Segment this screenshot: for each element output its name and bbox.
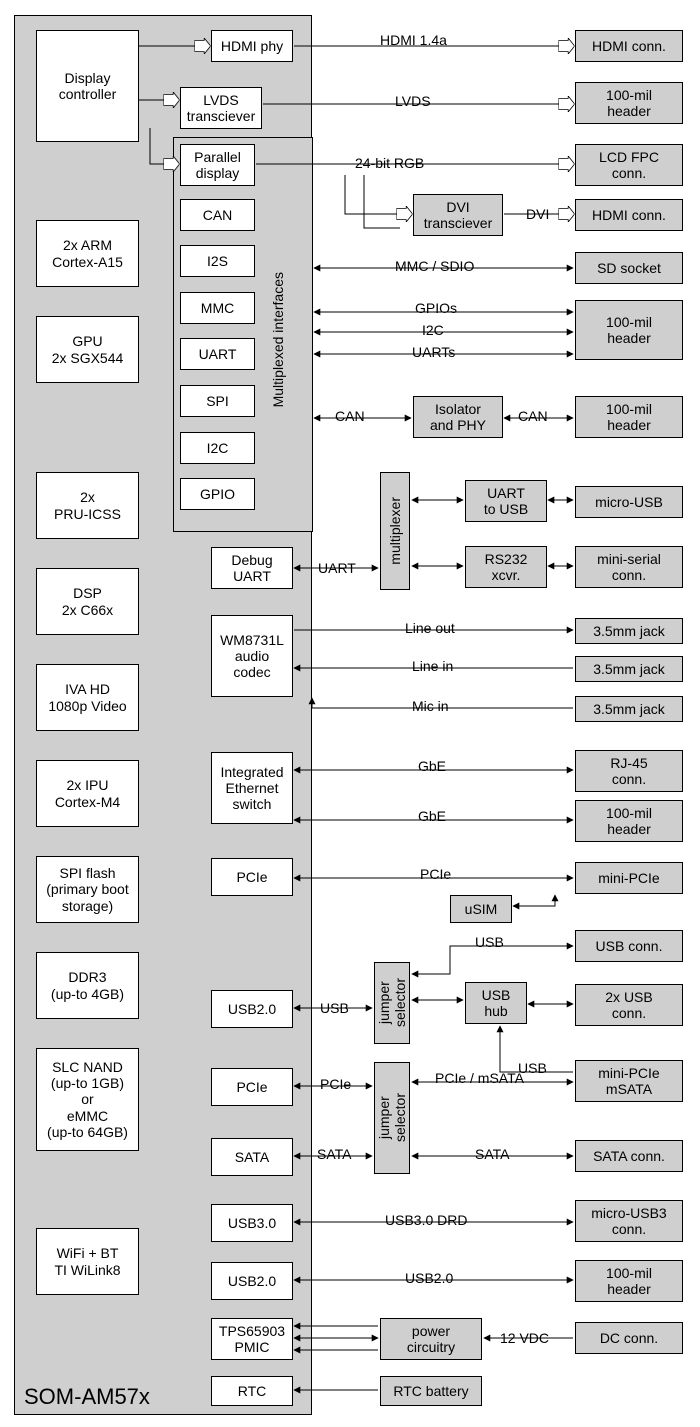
label-pcie2: PCIe	[320, 1076, 351, 1092]
label-rgb24: 24-bit RGB	[355, 155, 424, 171]
block-jumper-selector-2-label: jumper selector	[376, 1093, 408, 1142]
label-mmc-sdio: MMC / SDIO	[395, 258, 474, 274]
block-pmic: TPS65903 PMIC	[211, 1318, 293, 1360]
label-usb30-drd: USB3.0 DRD	[385, 1212, 467, 1228]
block-parallel-display: Parallel display	[180, 144, 255, 186]
block-jumper-selector-1: jumper selector	[374, 962, 410, 1044]
label-line-in: Line in	[412, 658, 453, 674]
conn-msata: mini-PCIe mSATA	[575, 1060, 683, 1102]
conn-rj45: RJ-45 conn.	[575, 750, 683, 792]
label-usb-jumper-up: USB	[475, 934, 504, 950]
label-sata2: SATA	[475, 1146, 510, 1162]
label-gbe1: GbE	[418, 758, 446, 774]
block-ipu: 2x IPU Cortex-M4	[36, 760, 139, 827]
diagram-canvas: SOM-AM57x Multiplexed interfaces Display…	[0, 0, 700, 1427]
label-usb: USB	[320, 1000, 349, 1016]
block-isolator-phy: Isolator and PHY	[413, 396, 503, 438]
block-spi: SPI	[180, 385, 255, 417]
block-jumper-selector-2: jumper selector	[374, 1062, 410, 1174]
conn-sata: SATA conn.	[575, 1140, 683, 1172]
som-label: SOM-AM57x	[24, 1384, 150, 1410]
block-usb-hub: USB hub	[465, 982, 527, 1024]
block-audio-codec: WM8731L audio codec	[211, 615, 293, 697]
conn-jack-2: 3.5mm jack	[575, 656, 683, 682]
block-gpio: GPIO	[180, 478, 255, 510]
block-can: CAN	[180, 199, 255, 231]
block-pcie-2: PCIe	[211, 1068, 293, 1106]
conn-hdmi-1: HDMI conn.	[575, 30, 683, 62]
block-i2c: I2C	[180, 432, 255, 464]
block-pcie-1: PCIe	[211, 858, 293, 896]
conn-dc: DC conn.	[575, 1322, 683, 1354]
block-usim: uSIM	[450, 895, 512, 923]
block-uart-to-usb: UART to USB	[465, 480, 547, 522]
label-pcie: PCIe	[420, 866, 451, 882]
block-rs232-xcvr: RS232 xcvr.	[465, 546, 547, 588]
label-sata: SATA	[317, 1146, 352, 1162]
mux-group-label-box: Multiplexed interfaces	[262, 205, 294, 475]
label-can2: CAN	[518, 408, 548, 424]
label-usb20: USB2.0	[405, 1270, 453, 1286]
label-gpios: GPIOs	[415, 300, 457, 316]
label-uart: UART	[318, 560, 356, 576]
block-eth-switch: Integrated Ethernet switch	[211, 752, 293, 824]
block-debug-uart: Debug UART	[211, 547, 293, 589]
block-usb30: USB3.0	[211, 1204, 293, 1242]
label-line-out: Line out	[405, 620, 455, 636]
block-rtc-battery: RTC battery	[380, 1376, 482, 1406]
mux-group-label: Multiplexed interfaces	[270, 272, 286, 407]
label-can: CAN	[335, 408, 365, 424]
conn-100mil-5: 100-mil header	[575, 1260, 683, 1302]
conn-sd-socket: SD socket	[575, 252, 683, 284]
block-power-circuitry: power circuitry	[380, 1318, 482, 1360]
conn-usb-2x: 2x USB conn.	[575, 984, 683, 1026]
block-mmc: MMC	[180, 292, 255, 324]
label-mic-in: Mic in	[412, 698, 449, 714]
block-iva-hd: IVA HD 1080p Video	[36, 664, 139, 731]
label-pcie-msata: PCIe / mSATA	[435, 1070, 524, 1086]
label-uarts: UARTs	[412, 344, 455, 360]
block-multiplexer-uart-label: multiplexer	[387, 497, 403, 565]
block-usb20-b: USB2.0	[211, 1262, 293, 1300]
block-display-controller: Display controller	[36, 30, 139, 142]
conn-100mil-4: 100-mil header	[575, 800, 683, 842]
conn-mini-serial: mini-serial conn.	[575, 546, 683, 588]
block-cortex-a15: 2x ARM Cortex-A15	[36, 220, 139, 287]
block-jumper-selector-1-label: jumper selector	[376, 978, 408, 1027]
block-nand-emmc: SLC NAND (up-to 1GB) or eMMC (up-to 64GB…	[36, 1048, 139, 1151]
block-rtc: RTC	[211, 1376, 293, 1406]
block-usb20-a: USB2.0	[211, 990, 293, 1028]
block-dvi-transciever: DVI transciever	[413, 194, 503, 236]
block-uart: UART	[180, 338, 255, 370]
conn-jack-1: 3.5mm jack	[575, 618, 683, 644]
block-ddr3: DDR3 (up-to 4GB)	[36, 952, 139, 1019]
block-hdmi-phy: HDMI phy	[211, 30, 293, 62]
conn-hdmi-2: HDMI conn.	[575, 199, 683, 231]
conn-usb-single: USB conn.	[575, 930, 683, 962]
conn-micro-usb: micro-USB	[575, 486, 683, 518]
conn-100mil-3: 100-mil header	[575, 396, 683, 438]
block-sata: SATA	[211, 1138, 293, 1176]
block-spi-flash: SPI flash (primary boot storage)	[36, 856, 139, 923]
label-dvi: DVI	[526, 206, 549, 222]
label-hdmi14a: HDMI 1.4a	[380, 32, 447, 48]
conn-100mil-1: 100-mil header	[575, 82, 683, 124]
label-i2c: I2C	[422, 322, 444, 338]
conn-jack-3: 3.5mm jack	[575, 696, 683, 722]
label-lvds: LVDS	[395, 93, 431, 109]
conn-100mil-2: 100-mil header	[575, 300, 683, 360]
label-gbe2: GbE	[418, 808, 446, 824]
block-gpu: GPU 2x SGX544	[36, 316, 139, 383]
block-wifi-bt: WiFi + BT TI WiLink8	[36, 1228, 139, 1295]
conn-mini-pcie: mini-PCIe	[575, 862, 683, 894]
block-dsp: DSP 2x C66x	[36, 568, 139, 635]
block-pru-icss: 2x PRU-ICSS	[36, 472, 139, 539]
block-multiplexer-uart: multiplexer	[380, 472, 410, 590]
conn-micro-usb3: micro-USB3 conn.	[575, 1200, 683, 1242]
block-i2s: I2S	[180, 245, 255, 277]
block-lvds-transciever: LVDS transciever	[180, 87, 262, 129]
label-12vdc: 12 VDC	[500, 1330, 549, 1346]
conn-lcd-fpc: LCD FPC conn.	[575, 144, 683, 186]
